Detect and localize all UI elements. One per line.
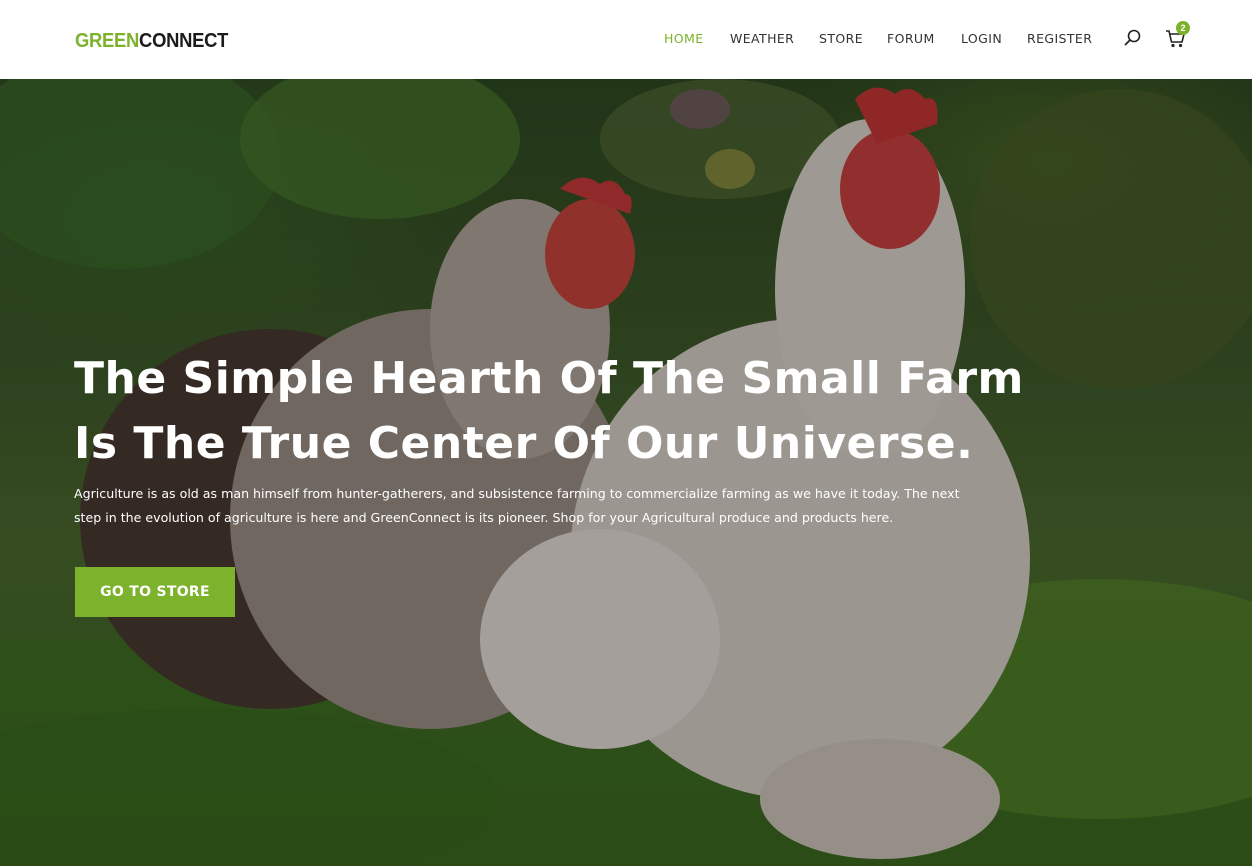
hero-description: Agriculture is as old as man himself fro…	[74, 486, 960, 525]
nav-forum[interactable]: FORUM	[887, 31, 935, 46]
logo-green-part: GREEN	[75, 30, 140, 52]
search-icon[interactable]	[1124, 29, 1142, 47]
hero-headline-line-2: Is The True Center Of Our Universe.	[74, 418, 974, 469]
site-header: GREENCONNECT HOME WEATHER STORE FORUM LO…	[0, 0, 1252, 79]
hero-banner: The Simple Hearth Of The Small Farm Is T…	[0, 79, 1252, 866]
nav-weather[interactable]: WEATHER	[730, 31, 794, 46]
hero-headline-line-1: The Simple Hearth Of The Small Farm	[74, 353, 1024, 404]
nav-register[interactable]: REGISTER	[1027, 31, 1092, 46]
hero-headline: The Simple Hearth Of The Small Farm Is T…	[74, 346, 1074, 476]
logo-dark-part: CONNECT	[139, 30, 229, 52]
go-to-store-button[interactable]: GO TO STORE	[75, 567, 235, 617]
site-logo[interactable]: GREENCONNECT	[75, 30, 228, 52]
cart-count-badge: 2	[1176, 21, 1190, 35]
nav-store[interactable]: STORE	[819, 31, 863, 46]
nav-home[interactable]: HOME	[664, 31, 704, 46]
nav-login[interactable]: LOGIN	[961, 31, 1002, 46]
